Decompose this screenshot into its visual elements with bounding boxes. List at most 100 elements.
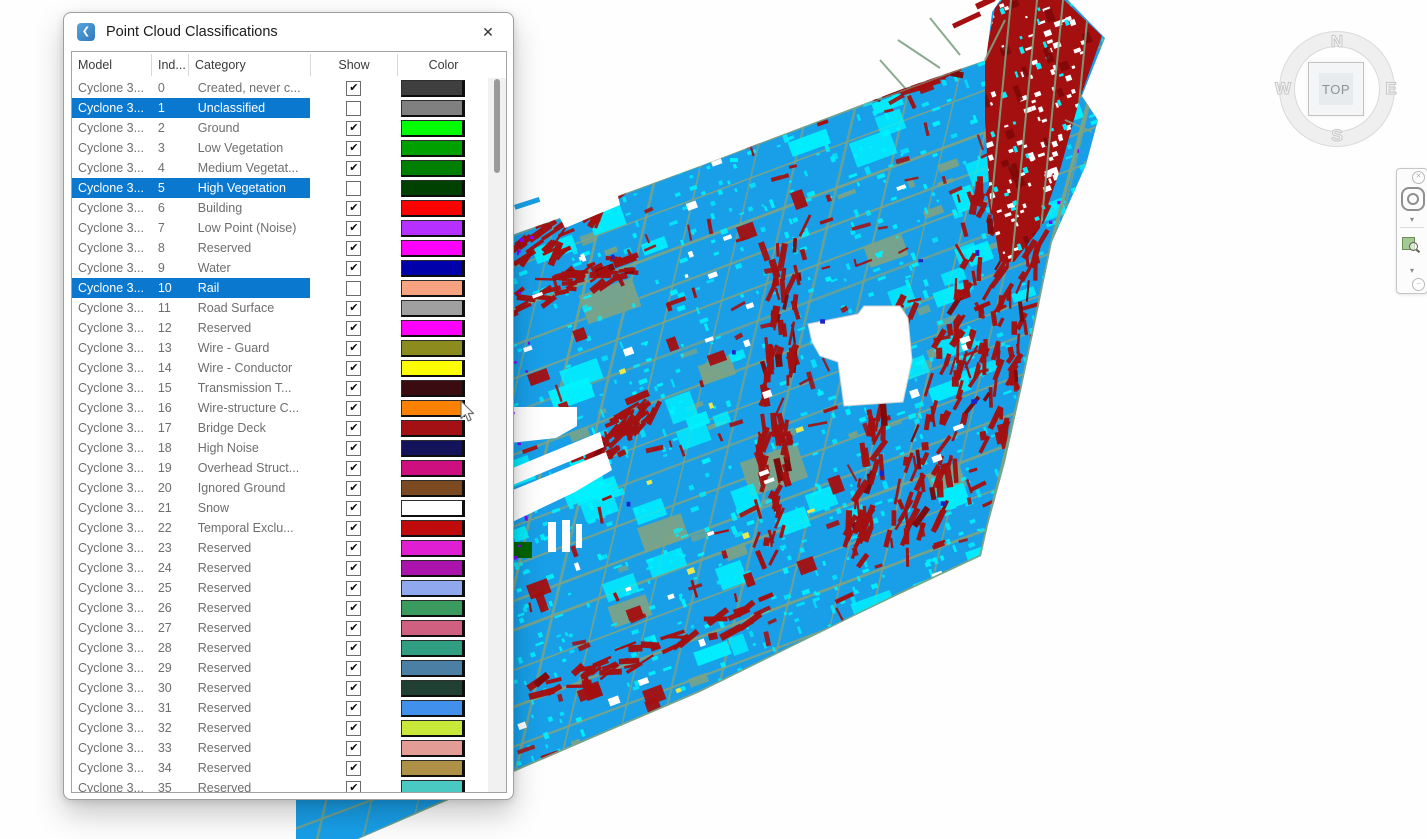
table-row[interactable]: Cyclone 3...30Reserved✔: [72, 678, 488, 698]
color-swatch[interactable]: [401, 420, 465, 437]
color-swatch[interactable]: [401, 460, 465, 477]
table-row[interactable]: Cyclone 3...0Created, never c...✔: [72, 78, 488, 98]
color-swatch[interactable]: [401, 220, 465, 237]
show-checkbox-checked[interactable]: ✔: [346, 681, 361, 696]
navbar-collapse-icon[interactable]: –: [1412, 278, 1425, 291]
show-checkbox-checked[interactable]: ✔: [346, 541, 361, 556]
show-checkbox-checked[interactable]: ✔: [346, 201, 361, 216]
color-swatch[interactable]: [401, 280, 465, 297]
color-swatch[interactable]: [401, 360, 465, 377]
color-swatch[interactable]: [401, 720, 465, 737]
show-checkbox-checked[interactable]: ✔: [346, 301, 361, 316]
table-row[interactable]: Cyclone 3...24Reserved✔: [72, 558, 488, 578]
color-swatch[interactable]: [401, 580, 465, 597]
show-checkbox-checked[interactable]: ✔: [346, 141, 361, 156]
table-row[interactable]: Cyclone 3...18High Noise✔: [72, 438, 488, 458]
show-checkbox-checked[interactable]: ✔: [346, 401, 361, 416]
show-checkbox-checked[interactable]: ✔: [346, 701, 361, 716]
show-checkbox-checked[interactable]: ✔: [346, 781, 361, 793]
color-swatch[interactable]: [401, 320, 465, 337]
show-checkbox-checked[interactable]: ✔: [346, 621, 361, 636]
compass-north-button[interactable]: N: [1327, 32, 1347, 52]
color-swatch[interactable]: [401, 700, 465, 717]
show-checkbox-unchecked[interactable]: [346, 101, 361, 116]
color-swatch[interactable]: [401, 560, 465, 577]
show-checkbox-checked[interactable]: ✔: [346, 641, 361, 656]
show-checkbox-checked[interactable]: ✔: [346, 81, 361, 96]
table-row[interactable]: Cyclone 3...15Transmission T...✔: [72, 378, 488, 398]
table-row[interactable]: Cyclone 3...26Reserved✔: [72, 598, 488, 618]
table-row[interactable]: Cyclone 3...5High Vegetation: [72, 178, 488, 198]
column-header-category[interactable]: Category: [189, 54, 311, 76]
table-row[interactable]: Cyclone 3...19Overhead Struct...✔: [72, 458, 488, 478]
color-swatch[interactable]: [401, 340, 465, 357]
table-row[interactable]: Cyclone 3...16Wire-structure C...✔: [72, 398, 488, 418]
show-checkbox-checked[interactable]: ✔: [346, 341, 361, 356]
table-row[interactable]: Cyclone 3...21Snow✔: [72, 498, 488, 518]
table-row[interactable]: Cyclone 3...32Reserved✔: [72, 718, 488, 738]
show-checkbox-checked[interactable]: ✔: [346, 161, 361, 176]
show-checkbox-checked[interactable]: ✔: [346, 321, 361, 336]
column-header-color[interactable]: Color: [398, 54, 489, 76]
table-row[interactable]: Cyclone 3...8Reserved✔: [72, 238, 488, 258]
table-row[interactable]: Cyclone 3...29Reserved✔: [72, 658, 488, 678]
column-header-index[interactable]: Ind...: [152, 54, 189, 76]
color-swatch[interactable]: [401, 640, 465, 657]
dialog-titlebar[interactable]: ❮ Point Cloud Classifications ✕: [64, 13, 513, 51]
color-swatch[interactable]: [401, 140, 465, 157]
color-swatch[interactable]: [401, 260, 465, 277]
show-checkbox-checked[interactable]: ✔: [346, 461, 361, 476]
table-row[interactable]: Cyclone 3...14Wire - Conductor✔: [72, 358, 488, 378]
dialog-close-button[interactable]: ✕: [478, 22, 498, 42]
color-swatch[interactable]: [401, 200, 465, 217]
navbar-close-icon[interactable]: ✕: [1412, 171, 1425, 184]
view-cube-top-button[interactable]: TOP: [1308, 62, 1364, 116]
color-swatch[interactable]: [401, 100, 465, 117]
color-swatch[interactable]: [401, 300, 465, 317]
compass-east-button[interactable]: E: [1381, 79, 1401, 99]
color-swatch[interactable]: [401, 380, 465, 397]
table-row[interactable]: Cyclone 3...34Reserved✔: [72, 758, 488, 778]
show-checkbox-checked[interactable]: ✔: [346, 561, 361, 576]
color-swatch[interactable]: [401, 440, 465, 457]
table-row[interactable]: Cyclone 3...17Bridge Deck✔: [72, 418, 488, 438]
show-checkbox-unchecked[interactable]: [346, 181, 361, 196]
color-swatch[interactable]: [401, 120, 465, 137]
table-row[interactable]: Cyclone 3...1Unclassified: [72, 98, 488, 118]
show-checkbox-checked[interactable]: ✔: [346, 501, 361, 516]
compass-south-button[interactable]: S: [1327, 126, 1347, 146]
show-checkbox-checked[interactable]: ✔: [346, 121, 361, 136]
table-row[interactable]: Cyclone 3...9Water✔: [72, 258, 488, 278]
steering-wheel-dropdown-icon[interactable]: ▾: [1397, 216, 1427, 224]
show-checkbox-checked[interactable]: ✔: [346, 361, 361, 376]
table-row[interactable]: Cyclone 3...23Reserved✔: [72, 538, 488, 558]
color-swatch[interactable]: [401, 760, 465, 777]
color-swatch[interactable]: [401, 620, 465, 637]
show-checkbox-checked[interactable]: ✔: [346, 241, 361, 256]
show-checkbox-checked[interactable]: ✔: [346, 601, 361, 616]
table-row[interactable]: Cyclone 3...33Reserved✔: [72, 738, 488, 758]
color-swatch[interactable]: [401, 180, 465, 197]
show-checkbox-checked[interactable]: ✔: [346, 441, 361, 456]
show-checkbox-checked[interactable]: ✔: [346, 581, 361, 596]
color-swatch[interactable]: [401, 740, 465, 757]
show-checkbox-checked[interactable]: ✔: [346, 761, 361, 776]
color-swatch[interactable]: [401, 240, 465, 257]
color-swatch[interactable]: [401, 680, 465, 697]
table-row[interactable]: Cyclone 3...7Low Point (Noise)✔: [72, 218, 488, 238]
table-scrollbar[interactable]: [488, 78, 506, 792]
show-checkbox-checked[interactable]: ✔: [346, 721, 361, 736]
color-swatch[interactable]: [401, 80, 465, 97]
column-header-model[interactable]: Model: [72, 54, 152, 76]
color-swatch[interactable]: [401, 520, 465, 537]
show-checkbox-unchecked[interactable]: [346, 281, 361, 296]
table-row[interactable]: Cyclone 3...13Wire - Guard✔: [72, 338, 488, 358]
table-row[interactable]: Cyclone 3...6Building✔: [72, 198, 488, 218]
color-swatch[interactable]: [401, 500, 465, 517]
show-checkbox-checked[interactable]: ✔: [346, 661, 361, 676]
table-row[interactable]: Cyclone 3...25Reserved✔: [72, 578, 488, 598]
color-swatch[interactable]: [401, 660, 465, 677]
zoom-dropdown-icon[interactable]: ▾: [1397, 267, 1427, 275]
table-row[interactable]: Cyclone 3...2Ground✔: [72, 118, 488, 138]
color-swatch[interactable]: [401, 540, 465, 557]
